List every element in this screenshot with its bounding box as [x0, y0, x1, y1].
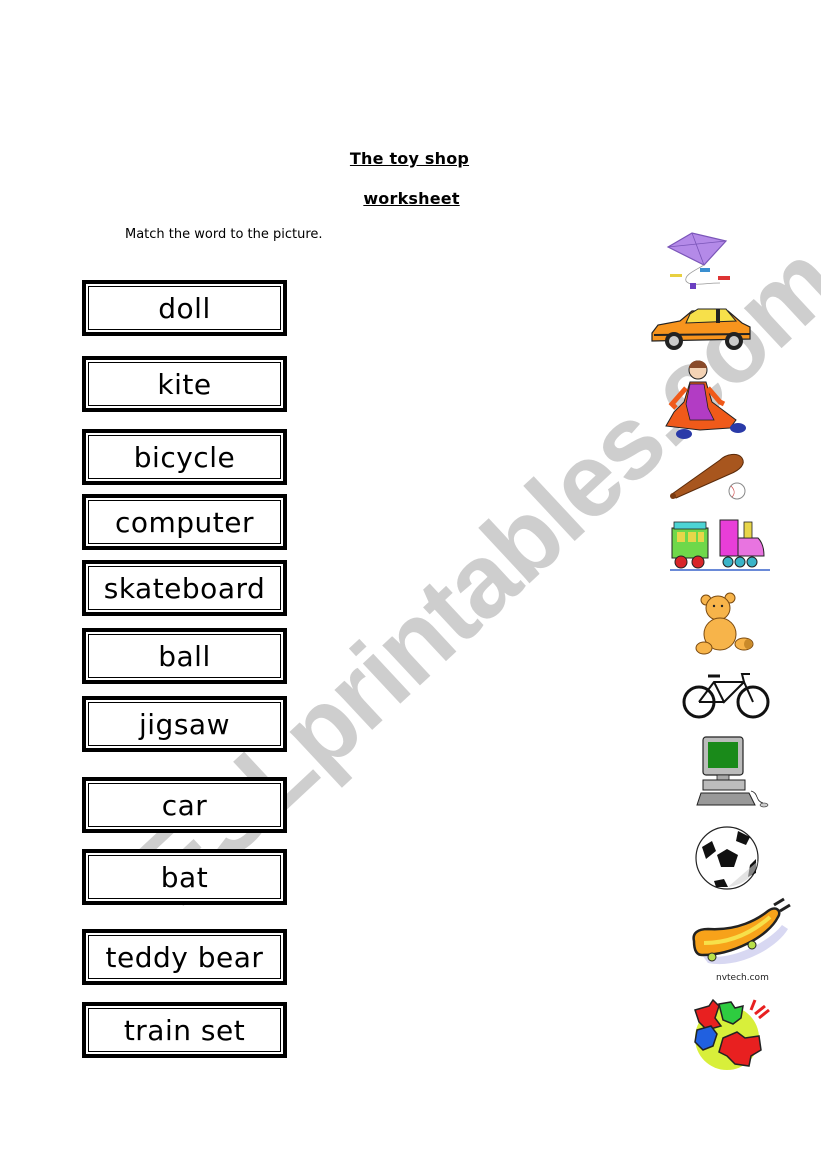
word-label: train set: [123, 1014, 246, 1047]
skateboard-icon: [692, 897, 791, 965]
word-box-car: car: [82, 777, 287, 833]
word-box-jigsaw: jigsaw: [82, 696, 287, 752]
word-box-computer: computer: [82, 494, 287, 550]
word-box-skateboard: skateboard: [82, 560, 287, 616]
word-label: car: [161, 789, 208, 822]
car-icon: [651, 308, 751, 350]
bicycle-icon: [682, 673, 770, 719]
kite-icon: [666, 232, 730, 289]
word-label: doll: [158, 292, 211, 325]
jigsaw-icon: [694, 998, 770, 1070]
computer-icon: [696, 736, 769, 808]
word-label: jigsaw: [139, 708, 230, 741]
teddy-bear-icon: [695, 592, 754, 655]
image-credit: nvtech.com: [716, 973, 769, 983]
doll-icon: [665, 360, 746, 439]
word-box-bicycle: bicycle: [82, 429, 287, 485]
word-label: skateboard: [103, 572, 266, 605]
word-box-ball: ball: [82, 628, 287, 684]
word-box-train-set: train set: [82, 1002, 287, 1058]
word-label: bicycle: [133, 441, 236, 474]
word-label: bat: [160, 861, 209, 894]
page-title: The toy shop: [349, 149, 470, 168]
word-box-doll: doll: [82, 280, 287, 336]
ball-icon: [695, 826, 759, 890]
word-box-teddy-bear: teddy bear: [82, 929, 287, 985]
word-label: computer: [114, 506, 255, 539]
instruction-text: Match the word to the picture.: [125, 227, 323, 242]
word-box-kite: kite: [82, 356, 287, 412]
word-box-bat: bat: [82, 849, 287, 905]
word-label: kite: [157, 368, 212, 401]
bat-icon: [670, 453, 746, 500]
page-subtitle: worksheet: [363, 189, 460, 208]
word-label: ball: [158, 640, 211, 673]
word-label: teddy bear: [105, 941, 264, 974]
train-set-icon: [670, 519, 770, 571]
